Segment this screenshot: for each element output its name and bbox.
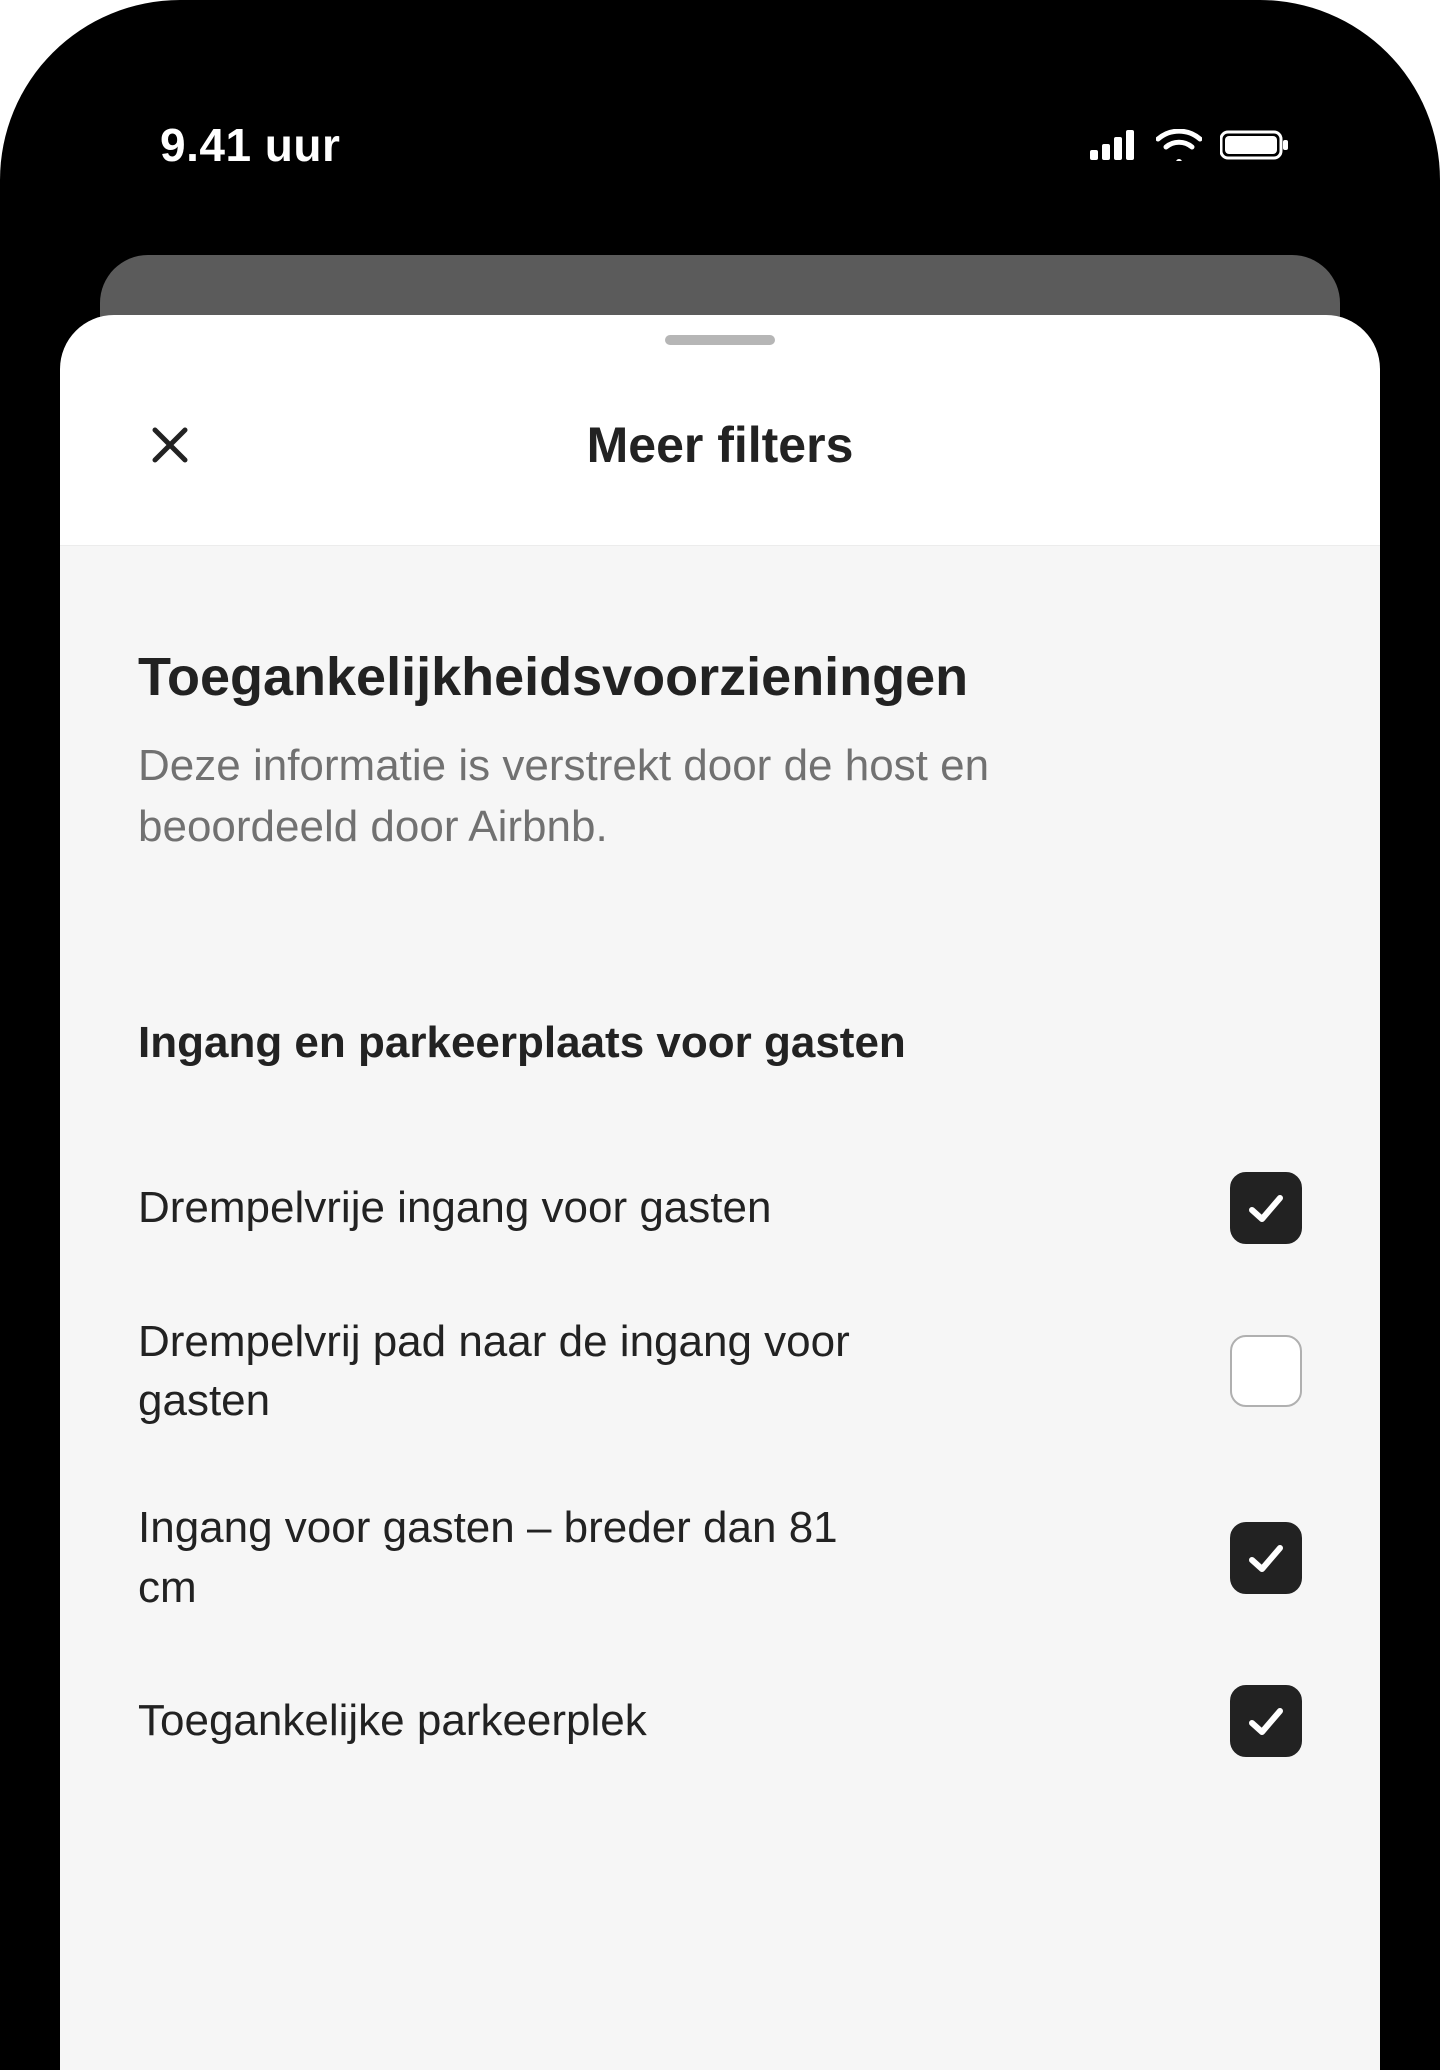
- options-list: Drempelvrije ingang voor gasten Drempelv…: [138, 1138, 1302, 1792]
- sheet-body[interactable]: Toegankelijkheidsvoorzieningen Deze info…: [60, 545, 1380, 2070]
- option-label: Ingang voor gasten – breder dan 81 cm: [138, 1498, 898, 1617]
- option-row[interactable]: Toegankelijke parkeerplek: [138, 1651, 1302, 1791]
- cellular-icon: [1090, 130, 1138, 160]
- checkmark-icon: [1244, 1186, 1288, 1230]
- close-button[interactable]: [138, 413, 202, 477]
- checkmark-icon: [1244, 1699, 1288, 1743]
- checkmark-icon: [1244, 1536, 1288, 1580]
- phone-frame: 9.41 uur: [0, 0, 1440, 2070]
- option-checkbox[interactable]: [1230, 1335, 1302, 1407]
- status-time: 9.41 uur: [160, 118, 340, 172]
- screen: 9.41 uur: [60, 60, 1380, 2070]
- option-label: Drempelvrije ingang voor gasten: [138, 1178, 771, 1237]
- option-label: Toegankelijke parkeerplek: [138, 1691, 647, 1750]
- sheet-title: Meer filters: [587, 416, 854, 474]
- status-bar: 9.41 uur: [60, 60, 1380, 230]
- option-row[interactable]: Drempelvrij pad naar de ingang voor gast…: [138, 1278, 1302, 1465]
- status-icons: [1090, 129, 1290, 161]
- grabber-handle[interactable]: [665, 335, 775, 345]
- option-checkbox[interactable]: [1230, 1522, 1302, 1594]
- section-heading: Toegankelijkheidsvoorzieningen: [138, 646, 1302, 708]
- stage: 9.41 uur: [0, 0, 1440, 2070]
- wifi-icon: [1156, 129, 1202, 161]
- option-row[interactable]: Ingang voor gasten – breder dan 81 cm: [138, 1464, 1302, 1651]
- section-subheading: Deze informatie is verstrekt door de hos…: [138, 736, 1188, 857]
- group-title: Ingang en parkeerplaats voor gasten: [138, 1018, 1302, 1068]
- option-checkbox[interactable]: [1230, 1172, 1302, 1244]
- option-row[interactable]: Drempelvrije ingang voor gasten: [138, 1138, 1302, 1278]
- close-icon: [150, 425, 190, 465]
- option-label: Drempelvrij pad naar de ingang voor gast…: [138, 1312, 898, 1431]
- filters-sheet: Meer filters Toegankelijkheidsvoorzienin…: [60, 315, 1380, 2070]
- option-checkbox[interactable]: [1230, 1685, 1302, 1757]
- battery-icon: [1220, 129, 1290, 161]
- sheet-header: Meer filters: [60, 345, 1380, 545]
